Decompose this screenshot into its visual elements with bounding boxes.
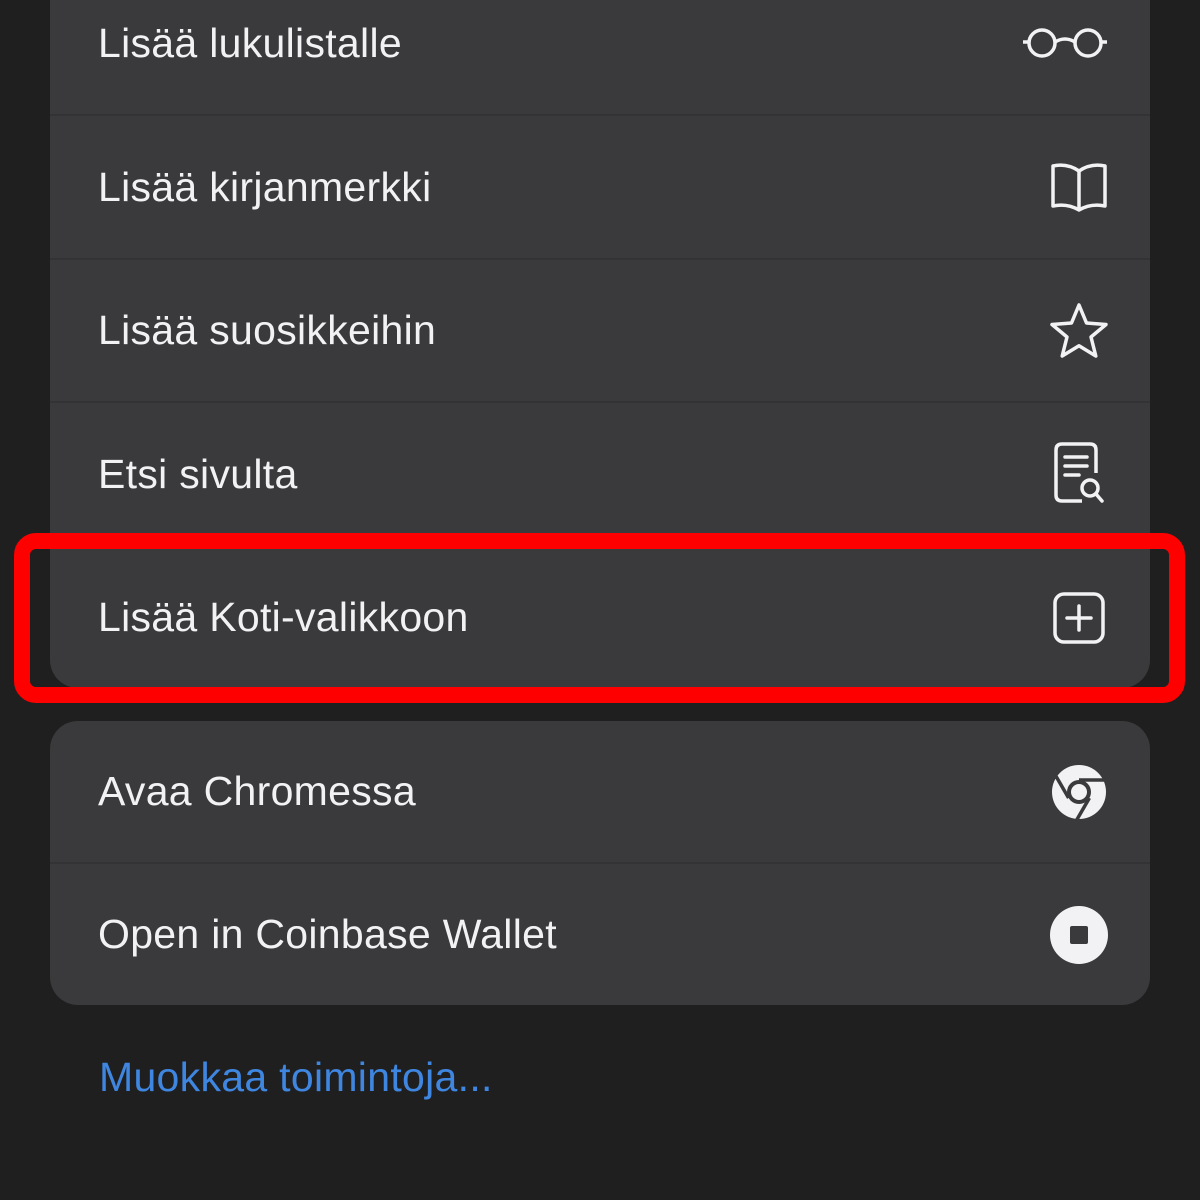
add-bookmark-item[interactable]: Lisää kirjanmerkki <box>50 116 1150 258</box>
edit-actions-link[interactable]: Muokkaa toimintoja... <box>99 1054 493 1101</box>
add-to-reading-list-item[interactable]: Lisää lukulistalle <box>50 0 1150 114</box>
menu-item-label: Lisää Koti-valikkoon <box>98 594 469 640</box>
menu-item-label: Lisää lukulistalle <box>98 19 402 66</box>
menu-item-label: Avaa Chromessa <box>98 768 416 814</box>
find-on-page-item[interactable]: Etsi sivulta <box>50 403 1150 545</box>
add-square-icon <box>1048 587 1110 649</box>
menu-item-label: Etsi sivulta <box>98 450 298 497</box>
star-icon <box>1048 300 1110 362</box>
open-in-coinbase-wallet-item[interactable]: Open in Coinbase Wallet <box>50 864 1150 1005</box>
chrome-icon <box>1048 761 1110 823</box>
add-to-favorites-item[interactable]: Lisää suosikkeihin <box>50 260 1150 401</box>
actions-group-apps: Avaa Chromessa Open in Coinbase Wallet <box>50 721 1150 1005</box>
glasses-icon <box>1020 12 1110 74</box>
book-icon <box>1048 156 1110 218</box>
find-document-icon <box>1048 442 1110 505</box>
open-in-chrome-item[interactable]: Avaa Chromessa <box>50 721 1150 862</box>
share-sheet-actions: Lisää lukulistalle Lisää kirjanmerkki Li… <box>0 0 1200 1200</box>
coinbase-icon <box>1048 904 1110 966</box>
menu-item-label: Open in Coinbase Wallet <box>98 911 557 957</box>
menu-item-label: Lisää suosikkeihin <box>98 307 437 353</box>
add-to-home-screen-item[interactable]: Lisää Koti-valikkoon <box>50 547 1150 688</box>
actions-group-primary: Lisää lukulistalle Lisää kirjanmerkki Li… <box>50 0 1150 688</box>
menu-item-label: Lisää kirjanmerkki <box>98 163 432 210</box>
